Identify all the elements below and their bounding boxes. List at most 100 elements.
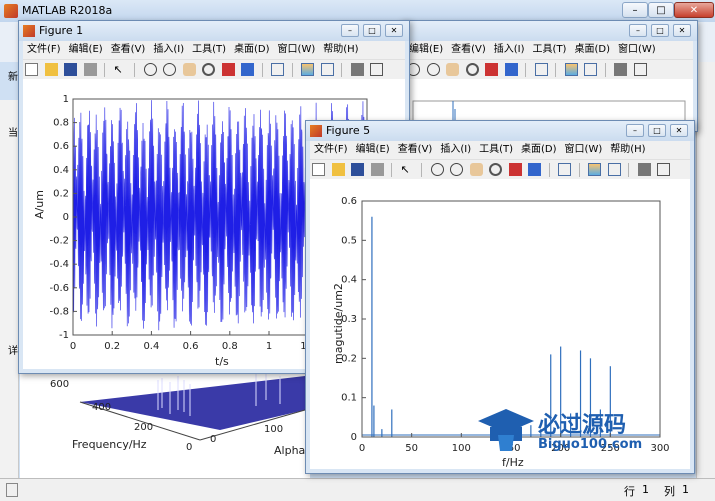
menu-insert[interactable]: 插入(I) xyxy=(490,41,529,59)
link-plot-icon[interactable] xyxy=(534,63,548,76)
current-folder-panel xyxy=(0,100,19,480)
rotate-icon[interactable] xyxy=(489,163,502,176)
menu-window[interactable]: 窗口(W) xyxy=(274,41,320,59)
link-plot-icon[interactable] xyxy=(271,63,284,76)
zoom-in-icon[interactable] xyxy=(143,63,157,76)
figure1-maximize-button[interactable]: □ xyxy=(363,24,381,37)
menu-tools[interactable]: 工具(T) xyxy=(188,41,230,59)
menu-view[interactable]: 查看(V) xyxy=(107,41,150,59)
dock-icon[interactable] xyxy=(633,63,647,76)
open-icon[interactable] xyxy=(44,63,58,76)
figure5-menubar: 文件(F) 编辑(E) 查看(V) 插入(I) 工具(T) 桌面(D) 窗口(W) 帮助(H) xyxy=(310,141,690,159)
menu-view[interactable]: 查看(V) xyxy=(447,41,490,59)
figure1-close-button[interactable]: ✕ xyxy=(385,24,403,37)
pan-icon[interactable] xyxy=(446,63,459,76)
menu-window[interactable]: 窗口(W) xyxy=(614,41,660,59)
bg-label-current: 当 xyxy=(8,128,18,139)
zoom-out-icon[interactable] xyxy=(163,63,176,76)
figure1-ytick-label: 0.2 xyxy=(53,188,69,199)
figure-logo-icon xyxy=(310,125,322,137)
menu-help[interactable]: 帮助(H) xyxy=(319,41,362,59)
save-icon[interactable] xyxy=(64,63,77,76)
save-icon[interactable] xyxy=(351,163,364,176)
menu-insert[interactable]: 插入(I) xyxy=(436,141,475,159)
print-icon[interactable] xyxy=(370,163,384,176)
pointer-icon[interactable]: ↖ xyxy=(401,163,414,176)
menu-desktop[interactable]: 桌面(D) xyxy=(570,41,614,59)
menu-insert[interactable]: 插入(I) xyxy=(149,41,188,59)
new-icon[interactable] xyxy=(312,163,325,176)
figure1-minimize-button[interactable]: – xyxy=(341,24,359,37)
dock-icon[interactable] xyxy=(657,163,670,176)
menu-edit[interactable]: 编辑(E) xyxy=(405,41,447,59)
plot3d-canvas: 600 400 200 0 Frequency/Hz 0 100 Alpha/ xyxy=(20,370,310,478)
menu-tools[interactable]: 工具(T) xyxy=(475,141,517,159)
figure5-maximize-button[interactable]: □ xyxy=(648,124,666,137)
data-cursor-icon[interactable] xyxy=(221,63,235,76)
main-maximize-button[interactable]: □ xyxy=(648,2,674,18)
zoom-out-icon[interactable] xyxy=(450,163,463,176)
figure-back-close-button[interactable]: ✕ xyxy=(673,24,691,37)
legend-icon[interactable] xyxy=(607,163,621,176)
figure5-close-button[interactable]: ✕ xyxy=(670,124,688,137)
rotate-icon[interactable] xyxy=(465,63,479,76)
brush-icon[interactable] xyxy=(241,63,254,76)
status-col-value: 1 xyxy=(682,483,689,496)
figure5-minimize-button[interactable]: – xyxy=(626,124,644,137)
legend-icon[interactable] xyxy=(584,63,597,76)
figure-back-minimize-button[interactable]: – xyxy=(629,24,647,37)
figure1-xtick-label: 0.4 xyxy=(143,341,159,352)
right-panel xyxy=(696,62,715,482)
menu-desktop[interactable]: 桌面(D) xyxy=(230,41,274,59)
figure-window-back: – □ ✕ 编辑(E)查看(V)插入(I)工具(T)桌面(D)窗口(W)帮助(H… xyxy=(400,20,698,132)
pointer-icon[interactable]: ↖ xyxy=(114,63,127,76)
pan-icon[interactable] xyxy=(182,63,196,76)
hide-tools-icon[interactable] xyxy=(350,63,364,76)
zoom-in-icon[interactable] xyxy=(430,163,444,176)
figure5-ytick-label: 0.6 xyxy=(341,196,357,207)
pan-icon[interactable] xyxy=(469,163,483,176)
figure-back-maximize-button[interactable]: □ xyxy=(651,24,669,37)
figure1-titlebar: Figure 1 – □ ✕ xyxy=(19,21,409,41)
toolbar-separator xyxy=(391,163,392,177)
figure1-menubar: 文件(F) 编辑(E) 查看(V) 插入(I) 工具(T) 桌面(D) 窗口(W) 帮助(H) xyxy=(23,41,405,59)
zoom-out-icon[interactable] xyxy=(426,63,440,76)
menu-view[interactable]: 查看(V) xyxy=(394,141,437,159)
figure1-xtick-label: 0 xyxy=(70,341,76,352)
rotate-icon[interactable] xyxy=(202,63,215,76)
brush-icon[interactable] xyxy=(528,163,541,176)
hide-tools-icon[interactable] xyxy=(637,163,651,176)
plot3d-svg: 600 400 200 0 Frequency/Hz 0 100 Alpha/ xyxy=(50,372,309,457)
colorbar-icon[interactable] xyxy=(301,63,314,76)
print-icon[interactable] xyxy=(83,63,97,76)
new-icon[interactable] xyxy=(25,63,38,76)
menu-file[interactable]: 文件(F) xyxy=(310,141,352,159)
legend-icon[interactable] xyxy=(320,63,334,76)
menu-file[interactable]: 文件(F) xyxy=(23,41,65,59)
brush-icon[interactable] xyxy=(504,63,518,76)
menu-desktop[interactable]: 桌面(D) xyxy=(517,141,561,159)
hide-tools-icon[interactable] xyxy=(614,63,627,76)
data-cursor-icon[interactable] xyxy=(485,63,498,76)
figure1-ytick-label: 0.8 xyxy=(53,118,69,129)
figure1-ytick-label: 0 xyxy=(63,212,69,223)
menu-tools[interactable]: 工具(T) xyxy=(529,41,571,59)
toolbar-separator xyxy=(628,163,629,177)
main-close-button[interactable]: ✕ xyxy=(674,2,714,18)
dock-icon[interactable] xyxy=(370,63,383,76)
colorbar-icon[interactable] xyxy=(588,163,601,176)
plot3d-ytick: 600 xyxy=(50,379,69,390)
figure5-title: Figure 5 xyxy=(326,124,371,137)
link-plot-icon[interactable] xyxy=(558,163,571,176)
menu-edit[interactable]: 编辑(E) xyxy=(352,141,394,159)
plot3d-ytick: 0 xyxy=(186,442,192,453)
figure1-xtick-label: 1 xyxy=(266,341,272,352)
menu-help[interactable]: 帮助(H) xyxy=(606,141,649,159)
colorbar-icon[interactable] xyxy=(564,63,578,76)
main-minimize-button[interactable]: – xyxy=(622,2,648,18)
open-icon[interactable] xyxy=(331,163,345,176)
menu-edit[interactable]: 编辑(E) xyxy=(65,41,107,59)
menu-window[interactable]: 窗口(W) xyxy=(561,141,607,159)
figure5-spectrum-line xyxy=(362,216,660,437)
data-cursor-icon[interactable] xyxy=(508,163,522,176)
